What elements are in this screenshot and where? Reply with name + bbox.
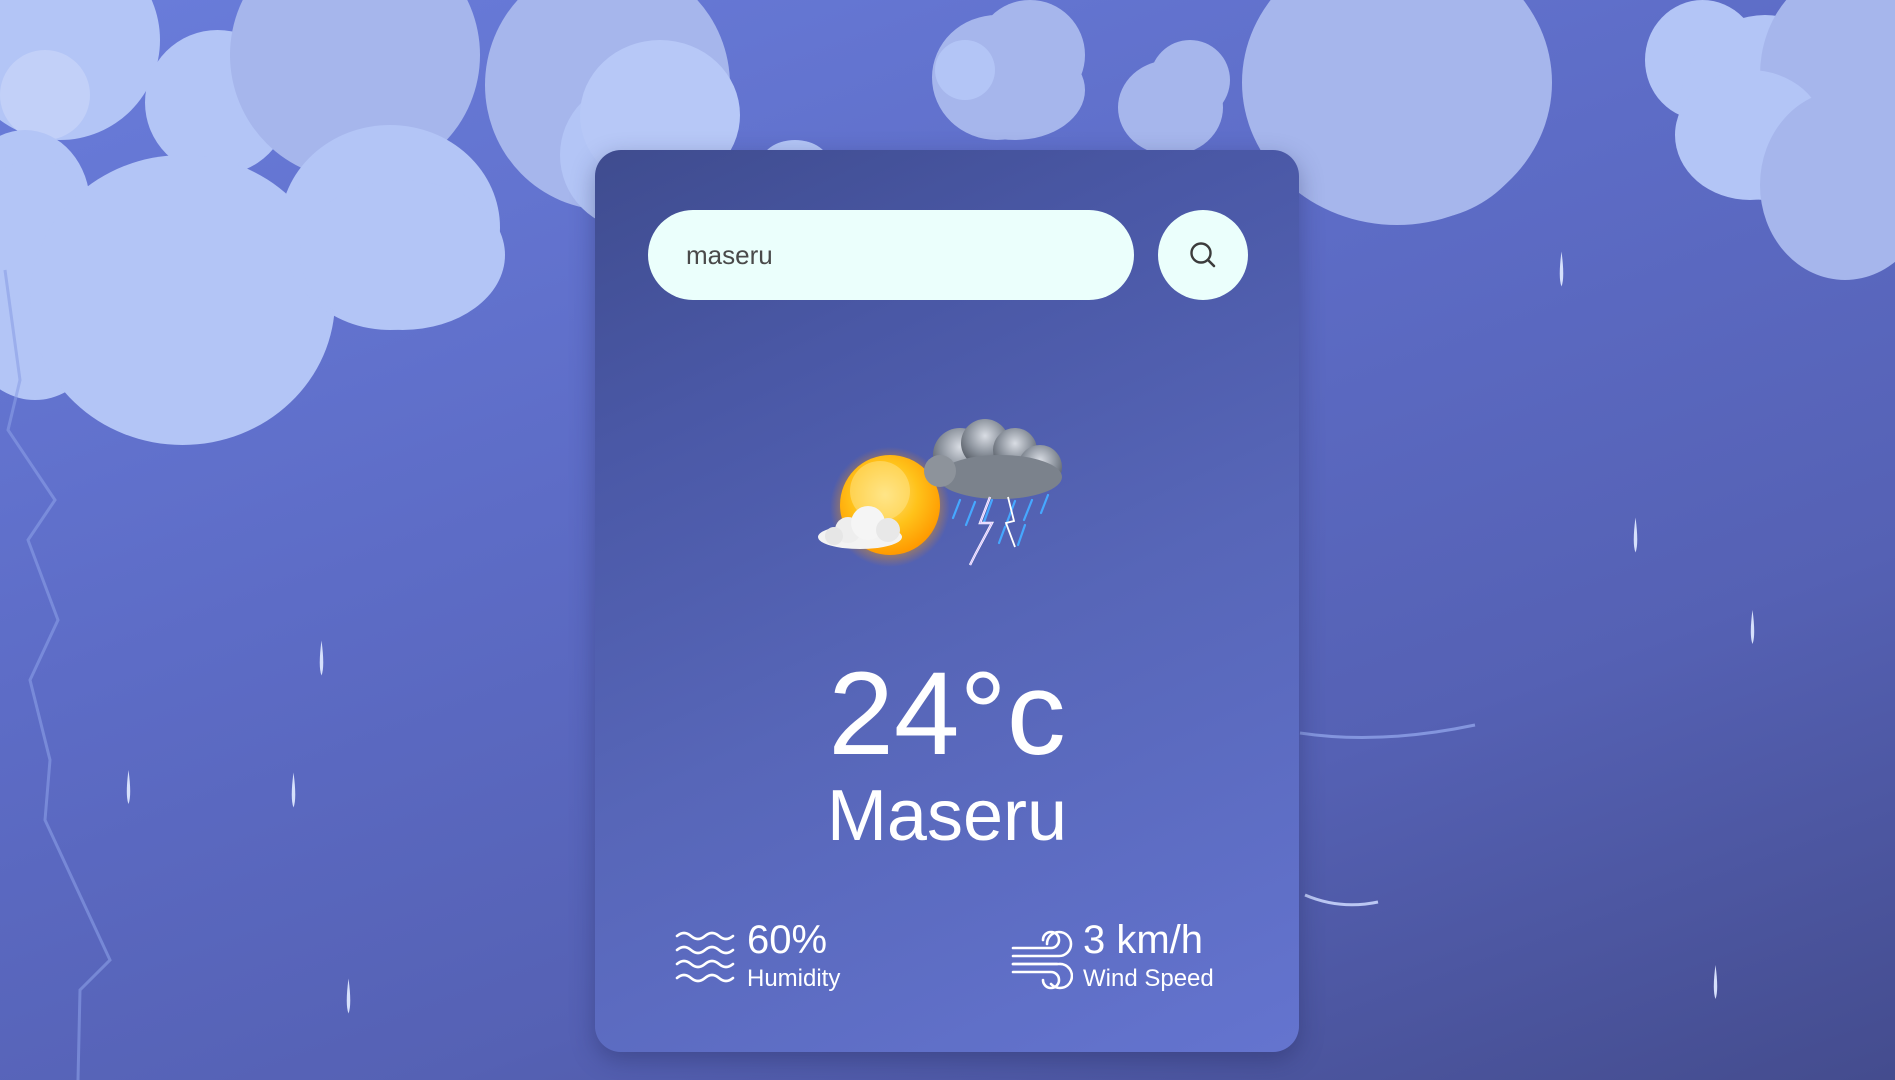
temperature: 24°c [828, 648, 1066, 780]
wind-speed-label: Wind Speed [1083, 965, 1214, 992]
wind-detail: 3 km/h Wind Speed [1011, 920, 1271, 1000]
wind-icon [1011, 930, 1073, 990]
humidity-detail: 60% Humidity [675, 920, 935, 1000]
humidity-waves-icon [675, 931, 735, 983]
search-button[interactable] [1158, 210, 1248, 300]
weather-card: 24°c Maseru 60% Humidity [595, 150, 1299, 1052]
wind-speed-value: 3 km/h [1083, 918, 1204, 962]
weather-app-background: 24°c Maseru 60% Humidity [0, 0, 1895, 1080]
humidity-value: 60% [747, 918, 828, 962]
humidity-label: Humidity [747, 965, 841, 992]
sun-and-thunderstorm-icon [818, 419, 1062, 567]
search-icon [1190, 242, 1216, 268]
city-search-input[interactable] [648, 210, 1134, 300]
city-name: Maseru [826, 776, 1068, 856]
